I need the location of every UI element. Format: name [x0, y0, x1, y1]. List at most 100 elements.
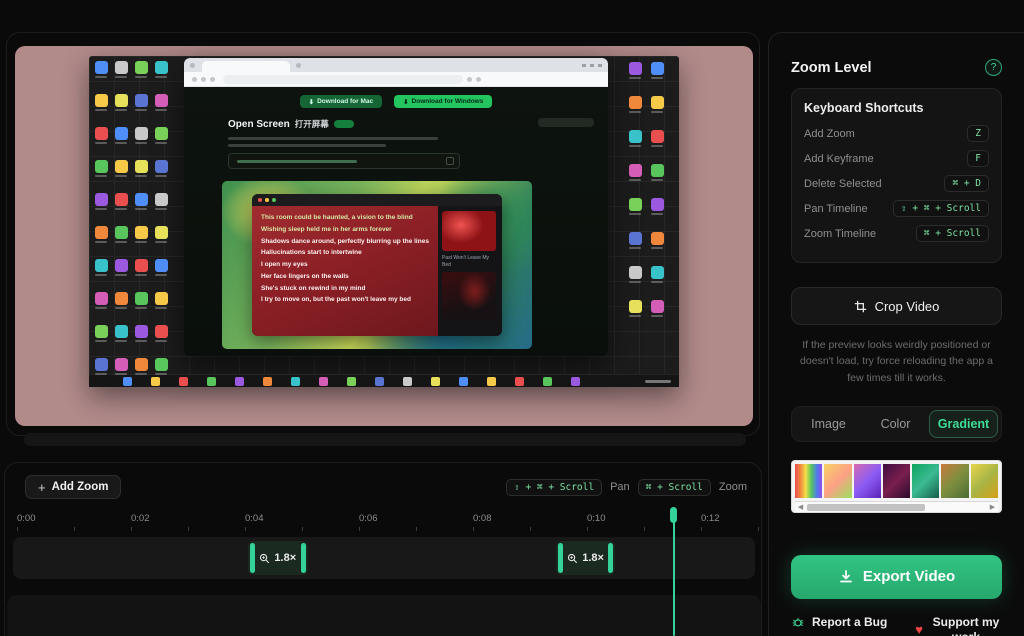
clip-handle-right[interactable]: [301, 543, 306, 573]
app-icon-label: [135, 142, 147, 144]
timeline-ruler[interactable]: 0:000:020:040:060:080:100:12: [5, 509, 761, 533]
gradient-swatch[interactable]: [854, 464, 881, 498]
timeline-track-secondary[interactable]: [7, 595, 761, 636]
shortcut-row: Add KeyframeF: [804, 150, 989, 167]
desktop-icon: [113, 127, 129, 144]
app-icon-label: [155, 175, 167, 177]
zoom-clip-label: 1.8×: [259, 552, 296, 564]
shortcut-key-badge: F: [967, 150, 989, 167]
extension-icon: [467, 77, 472, 82]
keyboard-shortcuts-card: Keyboard Shortcuts Add ZoomZAdd Keyframe…: [791, 88, 1002, 263]
app-icon: [155, 226, 168, 239]
desktop-icon: [133, 226, 149, 243]
video-preview-canvas[interactable]: ⬇ Download for Mac ⬇ Download for Window…: [15, 46, 753, 426]
ruler-tick: [131, 527, 132, 531]
command-text: [237, 160, 357, 163]
app-icon: [115, 325, 128, 338]
app-icon: [155, 358, 168, 371]
add-zoom-label: Add Zoom: [52, 481, 109, 493]
browser-icon: [190, 63, 195, 68]
desktop-icon: [113, 259, 129, 276]
body-text-line: [228, 137, 438, 140]
artist-photo: [442, 272, 496, 320]
page-heading: Open Screen: [228, 119, 290, 130]
gradient-scrollbar[interactable]: ◀ ▶: [795, 501, 998, 512]
desktop-icon: [153, 226, 169, 243]
desktop-icon: [113, 61, 129, 78]
gradient-swatch[interactable]: [912, 464, 939, 498]
app-icon: [629, 164, 642, 177]
desktop-icon: [627, 232, 643, 249]
app-icon-label: [155, 142, 167, 144]
add-zoom-button[interactable]: + Add Zoom: [25, 475, 121, 499]
taskbar-item: [263, 377, 272, 386]
app-icon-label: [155, 76, 167, 78]
app-icon-label: [155, 373, 167, 375]
export-video-button[interactable]: Export Video: [791, 555, 1002, 599]
crop-video-button[interactable]: Crop Video: [791, 287, 1002, 325]
gradient-swatch[interactable]: [795, 464, 822, 498]
desktop-icon: [649, 96, 665, 113]
app-icon: [135, 226, 148, 239]
zoom-track[interactable]: 1.8× 1.8×: [13, 537, 755, 579]
bug-icon: [791, 615, 805, 629]
body-text-line: [228, 144, 386, 147]
app-icon-label: [115, 373, 127, 375]
desktop-icon: [133, 160, 149, 177]
app-icon-label: [135, 175, 147, 177]
shortcut-label: Delete Selected: [804, 178, 882, 190]
gradient-swatch-row: [795, 464, 998, 498]
app-icon-label: [651, 77, 663, 79]
crop-video-label: Crop Video: [875, 299, 940, 314]
github-link-placeholder: [538, 118, 594, 127]
app-icon-label: [115, 307, 127, 309]
desktop-icon: [627, 266, 643, 283]
gradient-swatch[interactable]: [941, 464, 968, 498]
app-icon: [135, 292, 148, 305]
report-bug-button[interactable]: Report a Bug: [791, 615, 887, 629]
zoom-clip[interactable]: 1.8×: [248, 541, 308, 575]
clip-handle-left[interactable]: [250, 543, 255, 573]
app-icon: [95, 292, 108, 305]
gradient-swatch[interactable]: [883, 464, 910, 498]
gradient-swatch[interactable]: [971, 464, 998, 498]
app-icon: [155, 61, 168, 74]
clip-handle-right[interactable]: [608, 543, 613, 573]
zoom-clip[interactable]: 1.8×: [556, 541, 616, 575]
app-icon: [629, 232, 642, 245]
help-icon[interactable]: ?: [985, 59, 1002, 76]
album-caption: Past Won't Leave My Bed: [442, 255, 498, 268]
app-icon-label: [629, 111, 641, 113]
app-icon: [651, 164, 664, 177]
version-badge: [334, 120, 354, 128]
scroll-right-icon[interactable]: ▶: [987, 502, 998, 513]
app-icon-label: [651, 281, 663, 283]
scroll-left-icon[interactable]: ◀: [795, 502, 806, 513]
gradient-swatch[interactable]: [824, 464, 851, 498]
desktop-icon: [113, 193, 129, 210]
tab-image[interactable]: Image: [795, 410, 862, 438]
zoom-amount: 1.8×: [274, 552, 296, 564]
support-button[interactable]: ♥ Support my work: [915, 615, 1002, 636]
app-icon: [115, 127, 128, 140]
app-icon-label: [95, 142, 107, 144]
ruler-tick: [473, 527, 474, 531]
clip-handle-left[interactable]: [558, 543, 563, 573]
playhead[interactable]: [673, 507, 675, 636]
lyric-line: I try to move on, but the past won't lea…: [261, 295, 429, 305]
scrollbar-thumb[interactable]: [807, 504, 925, 511]
desktop-icon: [113, 226, 129, 243]
app-icon-label: [651, 145, 663, 147]
app-icon-label: [135, 208, 147, 210]
close-icon: [258, 198, 262, 202]
app-icon-label: [115, 109, 127, 111]
shortcut-label: Zoom Timeline: [804, 228, 876, 240]
ruler-tick: [74, 527, 75, 531]
plus-icon: +: [38, 480, 46, 495]
app-icon-label: [95, 274, 107, 276]
tab-color[interactable]: Color: [862, 410, 929, 438]
desktop-icon: [93, 325, 109, 342]
desktop-icon: [627, 130, 643, 147]
zoom-shortcut-badge: ⌘ + Scroll: [638, 479, 711, 496]
tab-gradient[interactable]: Gradient: [929, 410, 998, 438]
